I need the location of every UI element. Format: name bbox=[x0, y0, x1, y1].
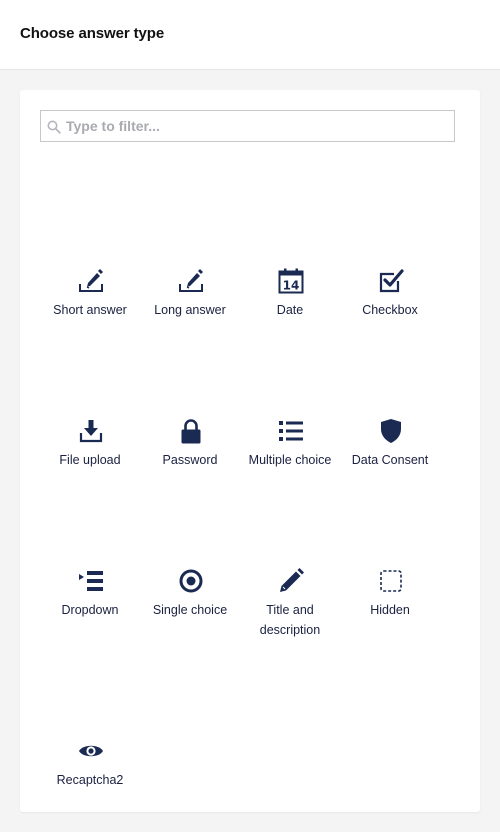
answer-type-checkbox[interactable]: Checkbox bbox=[340, 268, 440, 368]
answer-type-single-choice[interactable]: Single choice bbox=[140, 568, 240, 668]
answer-type-long-answer[interactable]: Long answer bbox=[140, 268, 240, 368]
header: Choose answer type bbox=[0, 0, 500, 70]
answer-type-password[interactable]: Password bbox=[140, 418, 240, 518]
download-tray-icon bbox=[78, 418, 104, 444]
answer-type-short-answer[interactable]: Short answer bbox=[40, 268, 140, 368]
answer-type-label: Single choice bbox=[152, 603, 228, 617]
list-icon bbox=[278, 418, 304, 444]
answer-type-label: Title and description bbox=[259, 603, 321, 637]
answer-type-label: Multiple choice bbox=[248, 453, 332, 467]
shield-icon bbox=[378, 418, 404, 444]
search-icon bbox=[47, 120, 61, 134]
page-title: Choose answer type bbox=[20, 25, 165, 42]
answer-type-data-consent[interactable]: Data Consent bbox=[340, 418, 440, 518]
eye-icon bbox=[78, 738, 104, 764]
edit-box-icon bbox=[78, 268, 104, 294]
answer-type-date[interactable]: 14 Date bbox=[240, 268, 340, 368]
answer-type-label: Recaptcha2 bbox=[56, 773, 124, 787]
filter-input[interactable] bbox=[66, 111, 451, 141]
dropdown-list-icon bbox=[78, 568, 104, 594]
lock-icon bbox=[178, 418, 204, 444]
answer-type-panel: Short answer Long answer 14 Date bbox=[20, 90, 480, 812]
pencil-icon bbox=[278, 568, 304, 594]
answer-type-dropdown[interactable]: Dropdown bbox=[40, 568, 140, 668]
calendar-icon: 14 bbox=[278, 268, 304, 294]
answer-type-recaptcha2[interactable]: Recaptcha2 bbox=[40, 738, 140, 832]
dashed-square-icon bbox=[378, 568, 404, 594]
answer-type-label: Hidden bbox=[370, 603, 410, 617]
answer-type-title-and-description[interactable]: Title and description bbox=[240, 568, 340, 668]
answer-type-label: Short answer bbox=[53, 303, 127, 317]
answer-type-label: File upload bbox=[59, 453, 121, 467]
filter-field[interactable] bbox=[40, 110, 455, 142]
edit-box-icon bbox=[178, 268, 204, 294]
answer-type-label: Date bbox=[276, 303, 304, 317]
svg-text:14: 14 bbox=[283, 279, 300, 293]
answer-type-label: Password bbox=[162, 453, 218, 467]
answer-type-multiple-choice[interactable]: Multiple choice bbox=[240, 418, 340, 518]
radio-icon bbox=[178, 568, 204, 594]
answer-type-label: Checkbox bbox=[362, 303, 418, 317]
checkbox-icon bbox=[378, 268, 404, 294]
answer-type-hidden[interactable]: Hidden bbox=[340, 568, 440, 668]
answer-type-file-upload[interactable]: File upload bbox=[40, 418, 140, 518]
answer-type-label: Long answer bbox=[154, 303, 226, 317]
answer-type-label: Dropdown bbox=[61, 603, 119, 617]
answer-type-label: Data Consent bbox=[351, 453, 429, 467]
